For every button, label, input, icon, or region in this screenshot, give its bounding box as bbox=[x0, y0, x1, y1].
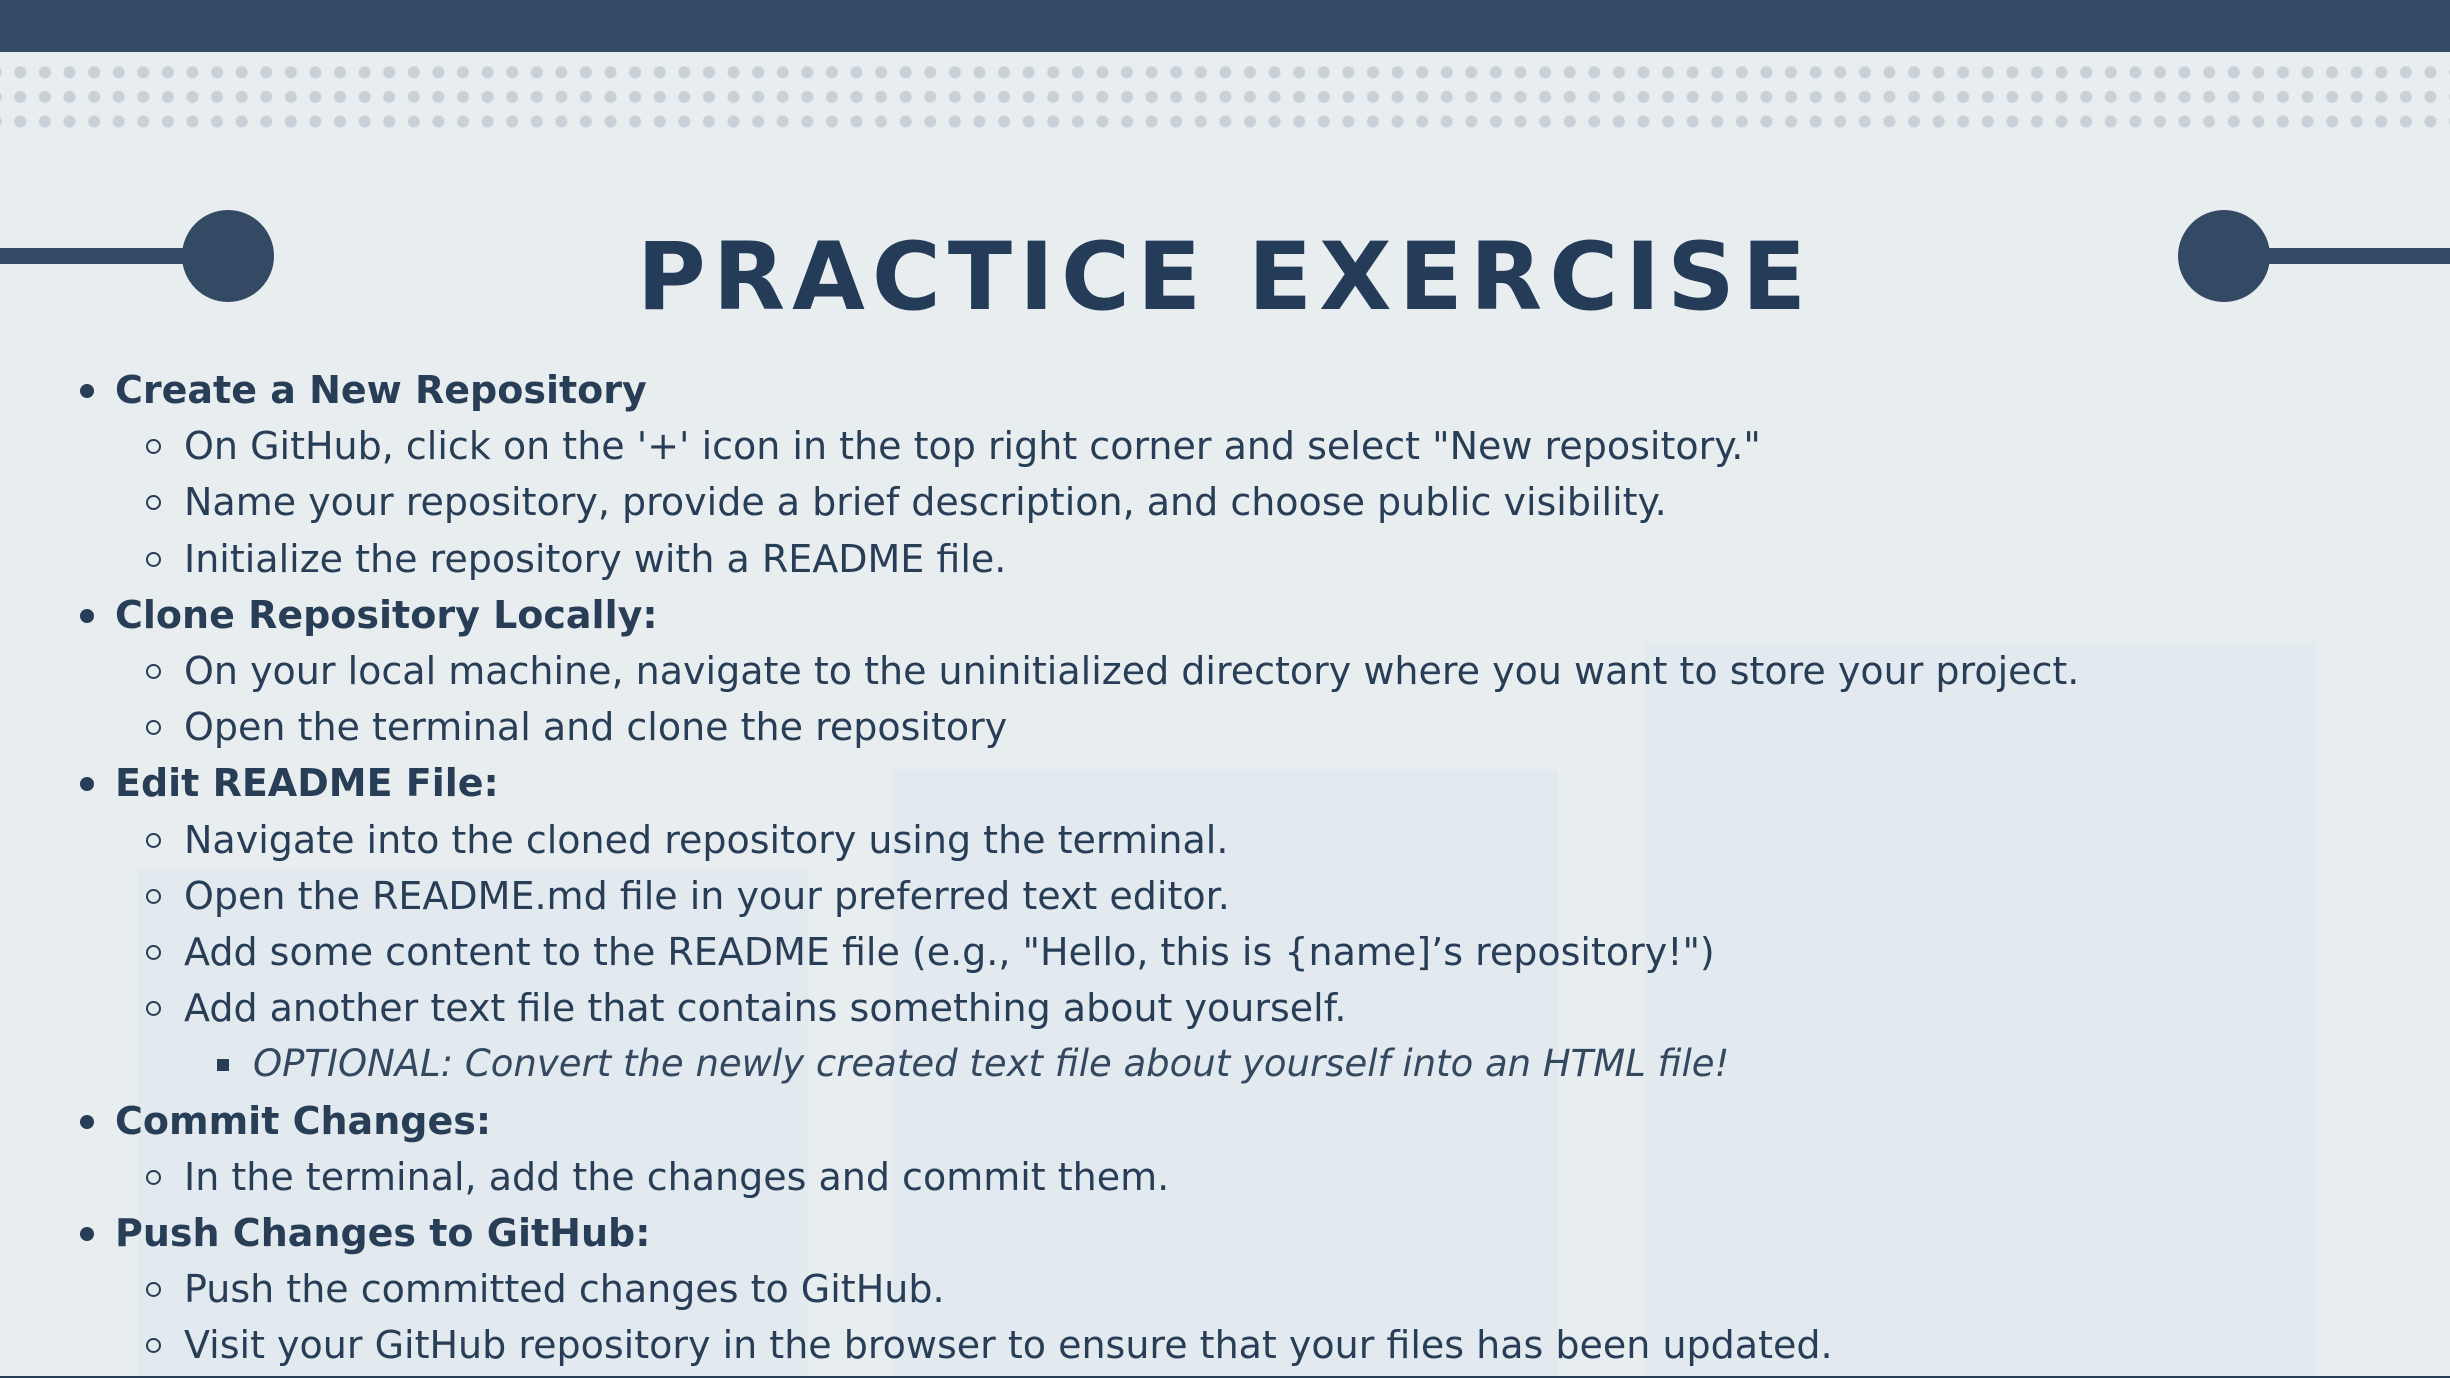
step-item: On your local machine, navigate to the u… bbox=[80, 643, 2400, 699]
bullet-icon bbox=[80, 384, 94, 398]
dot-pattern-band bbox=[0, 60, 2450, 132]
hollow-bullet-icon bbox=[146, 1282, 161, 1298]
square-bullet-icon bbox=[217, 1059, 229, 1072]
bullet-icon bbox=[80, 1114, 94, 1129]
bullet-icon bbox=[80, 1227, 94, 1242]
hollow-bullet-icon bbox=[146, 1001, 161, 1017]
optional-sub-item: OPTIONAL: Convert the newly created text… bbox=[80, 1036, 2400, 1092]
hollow-bullet-icon bbox=[146, 945, 161, 961]
hollow-bullet-icon bbox=[146, 495, 161, 511]
section-heading-clone-repository: Clone Repository Locally: bbox=[80, 587, 2400, 643]
hollow-bullet-icon bbox=[146, 888, 161, 904]
step-item: Navigate into the cloned repository usin… bbox=[80, 812, 2400, 868]
hollow-bullet-icon bbox=[146, 1338, 161, 1354]
hollow-bullet-icon bbox=[146, 664, 161, 680]
bullet-icon bbox=[80, 608, 94, 623]
step-item: Add another text file that contains some… bbox=[80, 980, 2400, 1036]
section-heading-create-repository: Create a New Repository bbox=[80, 362, 2400, 418]
step-item: Initialize the repository with a README … bbox=[80, 531, 2400, 587]
step-item: On GitHub, click on the '+' icon in the … bbox=[80, 418, 2400, 474]
hollow-bullet-icon bbox=[146, 551, 161, 567]
page-title: PRACTICE EXERCISE bbox=[636, 223, 1814, 332]
step-item: Open the README.md file in your preferre… bbox=[80, 868, 2400, 924]
hollow-bullet-icon bbox=[146, 832, 161, 848]
hollow-bullet-icon bbox=[146, 720, 161, 736]
exercise-list: Create a New Repository On GitHub, click… bbox=[80, 362, 2400, 1374]
section-heading-edit-readme: Edit README File: bbox=[80, 755, 2400, 811]
section-heading-push-changes: Push Changes to GitHub: bbox=[80, 1205, 2400, 1261]
hollow-bullet-icon bbox=[146, 439, 161, 455]
bullet-icon bbox=[80, 777, 94, 792]
step-item: Name your repository, provide a brief de… bbox=[80, 474, 2400, 530]
step-item: Push the committed changes to GitHub. bbox=[80, 1261, 2400, 1317]
step-item: Visit your GitHub repository in the brow… bbox=[80, 1317, 2400, 1373]
top-banner bbox=[0, 0, 2450, 52]
step-item: In the terminal, add the changes and com… bbox=[80, 1149, 2400, 1205]
section-heading-commit-changes: Commit Changes: bbox=[80, 1093, 2400, 1149]
step-item: Open the terminal and clone the reposito… bbox=[80, 699, 2400, 755]
step-item: Add some content to the README file (e.g… bbox=[80, 924, 2400, 980]
hollow-bullet-icon bbox=[146, 1169, 161, 1185]
